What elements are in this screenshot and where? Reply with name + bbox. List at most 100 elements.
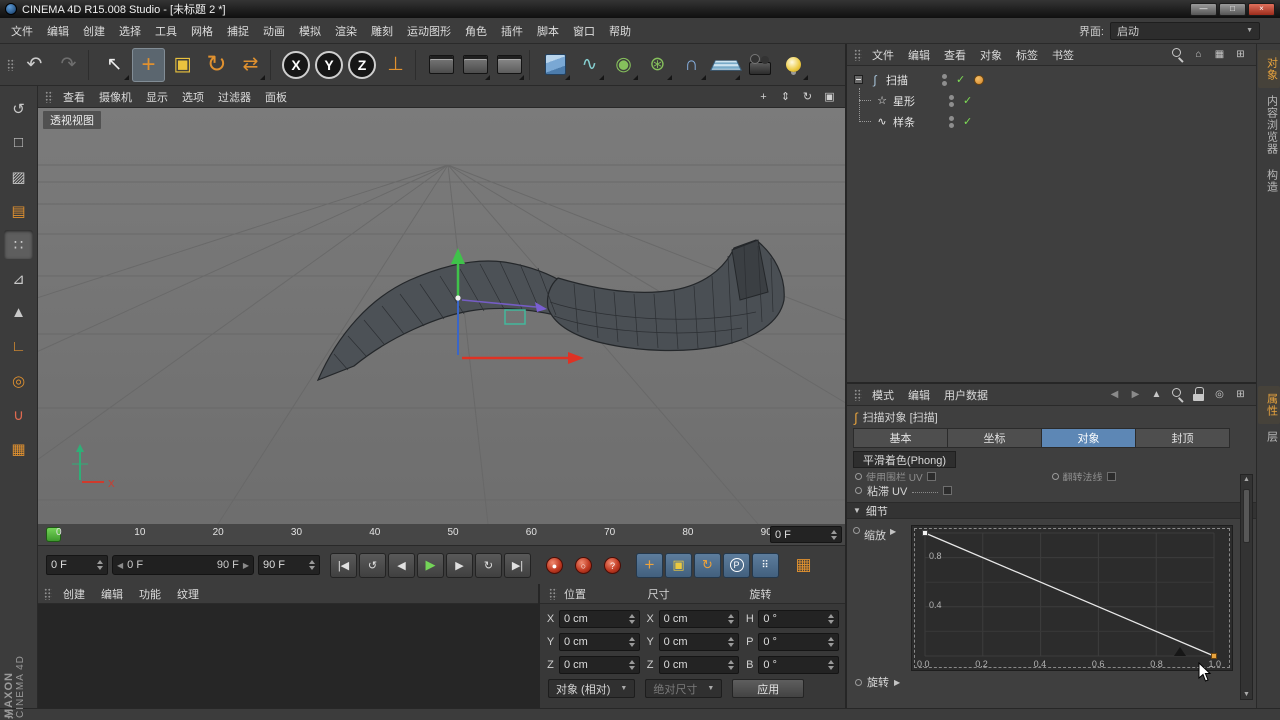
checkbox[interactable]	[927, 472, 936, 481]
collapse-icon[interactable]	[854, 75, 863, 84]
go-start-button[interactable]: |◀	[330, 553, 357, 578]
range-right-grip-icon[interactable]: ▶	[243, 561, 249, 570]
object-name[interactable]: 样条	[893, 114, 945, 130]
scale-tool[interactable]: ▣	[166, 48, 199, 82]
up-level-icon[interactable]: ▲	[1149, 387, 1164, 402]
attribute-menu-item[interactable]: 编辑	[901, 384, 937, 406]
attribute-tab[interactable]: 封顶	[1136, 428, 1230, 448]
nav-back-icon[interactable]: ◀	[1107, 387, 1122, 402]
object-name[interactable]: 扫描	[886, 72, 938, 88]
scale-curve-editor[interactable]: 0.8 0.4 0.00.20.40.60.81.0	[911, 525, 1233, 671]
menu-item[interactable]: 帮助	[602, 20, 638, 42]
chevron-right-icon[interactable]: ▶	[894, 678, 900, 687]
spinner-icon[interactable]	[309, 560, 315, 570]
position-x-field[interactable]: 0 cm	[559, 610, 640, 628]
workplane-mode-button[interactable]: ▤	[4, 196, 33, 225]
key-scale-toggle[interactable]: ▣	[665, 553, 692, 578]
timeline-window-button[interactable]: ▦	[791, 553, 816, 578]
mograph-button[interactable]: ⊛	[641, 48, 674, 82]
object-menu-item[interactable]: 查看	[937, 44, 973, 66]
view-label[interactable]: 透视视图	[43, 111, 101, 129]
render-view-button[interactable]	[425, 48, 458, 82]
timeline-ruler[interactable]: 0102030405060708090 0 F	[38, 524, 845, 546]
viewport-menu-item[interactable]: 面板	[258, 86, 294, 108]
add-panel-icon[interactable]: ⊞	[1233, 47, 1248, 62]
menu-item[interactable]: 文件	[4, 20, 40, 42]
attribute-tab[interactable]: 基本	[853, 428, 948, 448]
chevron-right-icon[interactable]: ▶	[890, 527, 896, 536]
material-menu-item[interactable]: 编辑	[93, 584, 131, 604]
vp-maximize-icon[interactable]: ▣	[820, 88, 839, 105]
anim-ring-icon[interactable]	[853, 527, 860, 534]
layers-icon[interactable]: ▦	[1212, 47, 1227, 62]
material-menu-item[interactable]: 纹理	[169, 584, 207, 604]
menu-item[interactable]: 窗口	[566, 20, 602, 42]
checkbox[interactable]	[1107, 472, 1116, 481]
size-mode-select[interactable]: 绝对尺寸▼	[645, 679, 722, 698]
spline-pen-button[interactable]: ∿	[573, 48, 606, 82]
drag-handle-icon[interactable]	[549, 588, 557, 600]
start-frame-field[interactable]: 0 F	[46, 555, 108, 575]
prev-frame-button[interactable]: ◀	[388, 553, 415, 578]
key-parameter-toggle[interactable]: P	[723, 553, 750, 578]
render-picture-button[interactable]	[459, 48, 492, 82]
menu-item[interactable]: 脚本	[530, 20, 566, 42]
anim-ring-icon[interactable]	[855, 487, 862, 494]
coord-mode-select[interactable]: 对象 (相对)▼	[548, 679, 635, 698]
menu-item[interactable]: 雕刻	[364, 20, 400, 42]
axis-mode-button[interactable]: ∟	[4, 332, 33, 361]
camera-button[interactable]	[743, 48, 776, 82]
menu-item[interactable]: 选择	[112, 20, 148, 42]
coord-system-button[interactable]: ⊥	[379, 48, 412, 82]
vp-pan-icon[interactable]: +	[754, 88, 773, 105]
live-selection-tool[interactable]: ↖	[98, 48, 131, 82]
position-z-field[interactable]: 0 cm	[559, 656, 640, 674]
close-button[interactable]: ×	[1248, 3, 1275, 16]
anim-ring-icon[interactable]	[855, 679, 862, 686]
object-row-sweep[interactable]: ∫ 扫描 ✓	[847, 69, 1256, 90]
size-x-field[interactable]: 0 cm	[659, 610, 740, 628]
viewport-menu-item[interactable]: 查看	[56, 86, 92, 108]
drag-handle-icon[interactable]	[854, 389, 862, 401]
lock-y-button[interactable]: Y	[315, 51, 343, 79]
viewport[interactable]: X 透视视图	[38, 108, 845, 524]
drag-handle-icon[interactable]	[7, 59, 15, 71]
enabled-check-icon[interactable]: ✓	[956, 73, 965, 86]
apply-button[interactable]: 应用	[732, 679, 804, 698]
rotation-section-row[interactable]: 旋转 ▶	[847, 671, 1256, 689]
lock-icon[interactable]	[1191, 387, 1206, 402]
lock-z-button[interactable]: Z	[348, 51, 376, 79]
subdivision-button[interactable]: ◉	[607, 48, 640, 82]
detail-section-header[interactable]: ▼ 细节	[847, 502, 1256, 519]
phong-shading-button[interactable]: 平滑着色(Phong)	[853, 451, 956, 468]
scrollbar-thumb[interactable]	[1243, 489, 1250, 543]
snap-button[interactable]: ∪	[4, 400, 33, 429]
object-row-star[interactable]: ☆ 星形 ✓	[847, 90, 1256, 111]
autokey-button[interactable]: ○	[570, 553, 597, 578]
edges-mode-button[interactable]: ⊿	[4, 264, 33, 293]
record-keyframe-button[interactable]: ●	[541, 553, 568, 578]
pin-icon[interactable]: ◎	[1212, 387, 1227, 402]
nav-forward-icon[interactable]: ▶	[1128, 387, 1143, 402]
sticky-uv-checkbox[interactable]	[943, 486, 952, 495]
redo-button[interactable]: ↷	[52, 48, 85, 82]
deformer-button[interactable]: ∩	[675, 48, 708, 82]
object-menu-item[interactable]: 文件	[865, 44, 901, 66]
scroll-down-icon[interactable]: ▼	[1243, 691, 1250, 698]
dock-tab[interactable]: 对象	[1258, 50, 1280, 88]
rotate-tool[interactable]: ↻	[200, 48, 233, 82]
key-pla-toggle[interactable]: ⠿	[752, 553, 779, 578]
drag-handle-icon[interactable]	[45, 91, 53, 103]
object-menu-item[interactable]: 书签	[1045, 44, 1081, 66]
make-editable-button[interactable]: ↺	[4, 94, 33, 123]
vp-zoom-icon[interactable]: ⇕	[776, 88, 795, 105]
dock-tab[interactable]: 构造	[1258, 162, 1280, 200]
menu-item[interactable]: 捕捉	[220, 20, 256, 42]
attribute-tab[interactable]: 坐标	[948, 428, 1042, 448]
menu-item[interactable]: 插件	[494, 20, 530, 42]
object-name[interactable]: 星形	[893, 93, 945, 109]
visibility-dots-icon[interactable]	[949, 116, 954, 128]
position-y-field[interactable]: 0 cm	[559, 633, 640, 651]
go-end-button[interactable]: ▶|	[504, 553, 531, 578]
menu-item[interactable]: 创建	[76, 20, 112, 42]
